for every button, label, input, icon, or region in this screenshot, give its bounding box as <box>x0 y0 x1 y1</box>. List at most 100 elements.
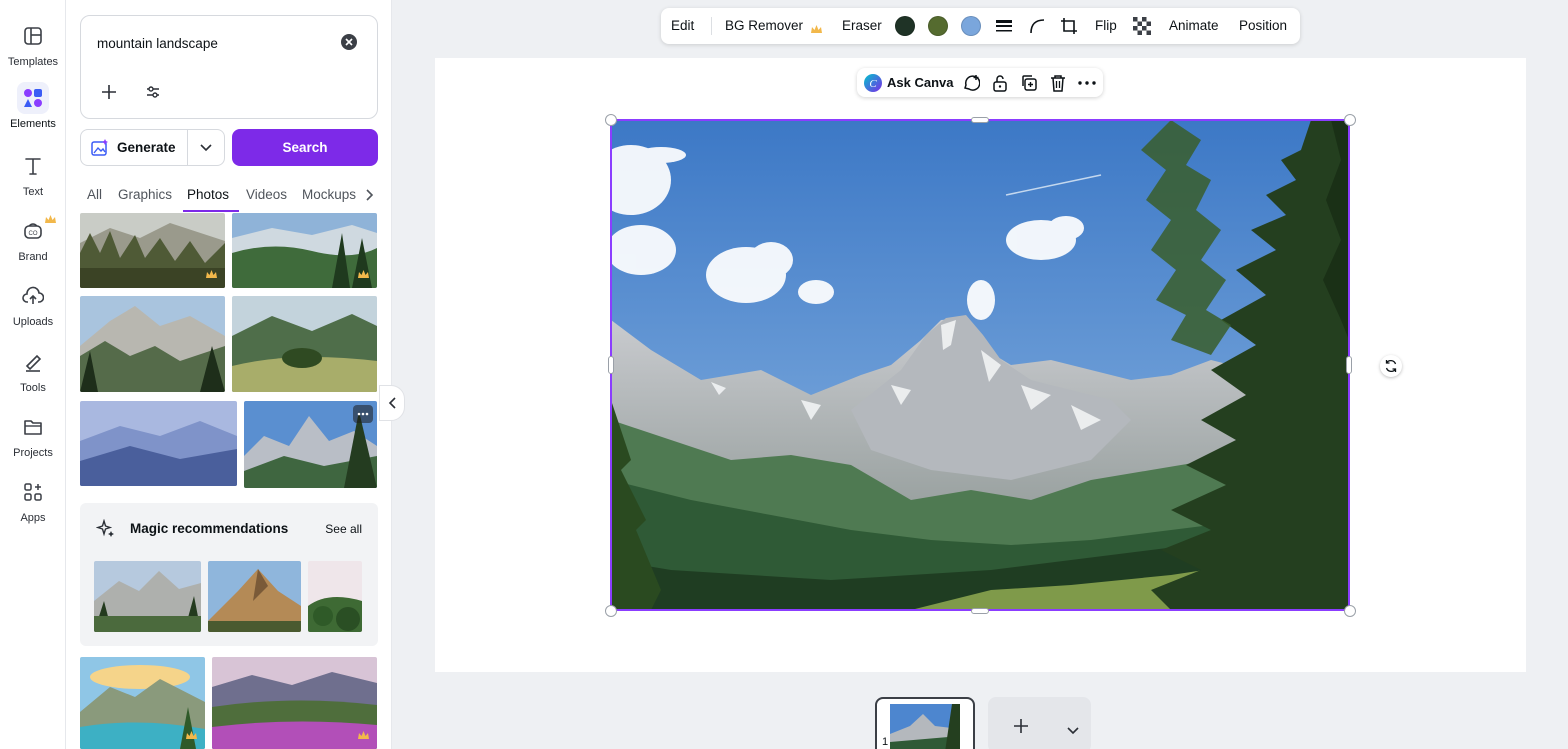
rail-label: Tools <box>20 382 46 394</box>
search-box[interactable]: mountain landscape <box>80 15 378 119</box>
filter-button[interactable] <box>139 78 167 106</box>
photo-result-selected[interactable] <box>244 401 377 488</box>
add-page-dropdown[interactable] <box>1067 722 1079 740</box>
photo-result[interactable] <box>232 296 377 392</box>
close-icon <box>345 38 353 46</box>
duplicate-icon <box>1022 75 1037 91</box>
generate-label: Generate <box>117 140 176 155</box>
rail-item-text[interactable]: Text <box>0 150 66 212</box>
clear-search-button[interactable] <box>341 34 357 50</box>
sliders-icon <box>147 86 159 98</box>
photo-result[interactable] <box>212 657 377 749</box>
duplicate-button[interactable] <box>1019 73 1039 93</box>
resize-handle-bottom[interactable] <box>971 608 989 614</box>
apps-icon <box>17 476 49 508</box>
resize-handle-bottom-left[interactable] <box>605 605 617 617</box>
resize-handle-top-right[interactable] <box>1344 114 1356 126</box>
rail-item-projects[interactable]: Projects <box>0 411 66 473</box>
mountain-landscape-photo <box>611 120 1349 610</box>
resize-handle-top-left[interactable] <box>605 114 617 126</box>
resize-handle-right[interactable] <box>1346 356 1352 374</box>
recommended-photo[interactable] <box>308 561 362 632</box>
color-swatch-olive[interactable] <box>928 16 948 36</box>
golden-mountain-photo <box>208 561 301 632</box>
corner-radius-icon <box>1030 19 1045 34</box>
rail-item-elements[interactable]: Elements <box>0 82 66 144</box>
plus-icon <box>1014 719 1028 733</box>
rail-label: Projects <box>13 447 53 459</box>
color-swatch-dark-green[interactable] <box>895 16 915 36</box>
resize-handle-left[interactable] <box>608 356 614 374</box>
line-weight-icon <box>996 20 1012 32</box>
ask-canva-button[interactable]: Ask Canva <box>887 75 953 90</box>
color-swatch-blue[interactable] <box>961 16 981 36</box>
generate-button[interactable]: Generate <box>81 130 189 165</box>
rail-label: Apps <box>20 512 46 524</box>
border-style-button[interactable] <box>995 17 1013 35</box>
uploads-icon <box>17 280 49 312</box>
rotate-button[interactable] <box>1380 355 1402 377</box>
tab-all[interactable]: All <box>87 187 102 202</box>
more-options-button[interactable] <box>353 405 373 423</box>
tab-mockups[interactable]: Mockups <box>302 187 356 202</box>
sparkle-icon <box>95 518 116 544</box>
rail-label: Uploads <box>12 316 54 328</box>
resize-handle-bottom-right[interactable] <box>1344 605 1356 617</box>
comment-add-button[interactable] <box>961 73 981 93</box>
rail-label: Brand <box>18 251 48 263</box>
recommended-photo[interactable] <box>94 561 201 632</box>
animate-button[interactable]: Animate <box>1169 18 1219 33</box>
tab-videos[interactable]: Videos <box>246 187 287 202</box>
active-tab-indicator <box>183 210 239 212</box>
rocky-peaks-photo <box>80 296 225 392</box>
crown-icon <box>186 727 197 745</box>
crop-icon <box>1061 18 1077 34</box>
collapse-panel-button[interactable] <box>379 385 405 421</box>
plus-icon <box>102 85 116 99</box>
valley-photo <box>232 213 377 288</box>
rail-item-apps[interactable]: Apps <box>0 476 66 538</box>
magic-image-icon <box>91 138 108 156</box>
chevron-left-icon <box>388 397 396 409</box>
tab-graphics[interactable]: Graphics <box>118 187 172 202</box>
rail-item-templates[interactable]: Templates <box>0 20 66 82</box>
search-input[interactable]: mountain landscape <box>97 36 218 51</box>
crown-icon <box>45 211 56 229</box>
photo-result[interactable] <box>80 401 237 486</box>
add-page-button[interactable] <box>1014 719 1028 738</box>
svg-text:CO: CO <box>29 231 38 237</box>
photo-result[interactable] <box>80 213 225 288</box>
tab-photos[interactable]: Photos <box>187 187 229 202</box>
flip-button[interactable]: Flip <box>1095 18 1117 33</box>
page-thumbnail[interactable]: 1 <box>875 697 975 749</box>
selected-photo[interactable] <box>611 120 1349 610</box>
edit-button[interactable]: Edit <box>671 18 694 33</box>
corner-rounding-button[interactable] <box>1028 17 1046 35</box>
see-all-link[interactable]: See all <box>325 522 362 536</box>
generate-dropdown-button[interactable] <box>188 130 224 165</box>
recommended-photo[interactable] <box>208 561 301 632</box>
position-button[interactable]: Position <box>1239 18 1287 33</box>
rail-item-tools[interactable]: Tools <box>0 346 66 408</box>
photo-result[interactable] <box>80 657 205 749</box>
photo-result[interactable] <box>232 213 377 288</box>
crop-button[interactable] <box>1060 17 1078 35</box>
bg-remover-button[interactable]: BG Remover <box>725 18 803 33</box>
transparency-button[interactable] <box>1133 17 1151 35</box>
transparency-icon <box>1133 17 1151 35</box>
tabs-scroll-right-button[interactable] <box>366 188 374 206</box>
rail-item-brand[interactable]: CO Brand <box>0 215 66 277</box>
delete-button[interactable] <box>1048 73 1068 93</box>
generate-button-group: Generate <box>80 129 225 166</box>
elements-icon <box>17 82 49 114</box>
canva-logo-icon: C <box>864 74 882 97</box>
lock-button[interactable] <box>990 73 1010 93</box>
rail-item-uploads[interactable]: Uploads <box>0 280 66 342</box>
add-button[interactable] <box>95 78 123 106</box>
eraser-button[interactable]: Eraser <box>842 18 882 33</box>
more-options-button[interactable] <box>1077 73 1097 93</box>
crown-icon <box>358 727 369 745</box>
photo-result[interactable] <box>80 296 225 392</box>
search-button[interactable]: Search <box>232 129 378 166</box>
resize-handle-top[interactable] <box>971 117 989 123</box>
